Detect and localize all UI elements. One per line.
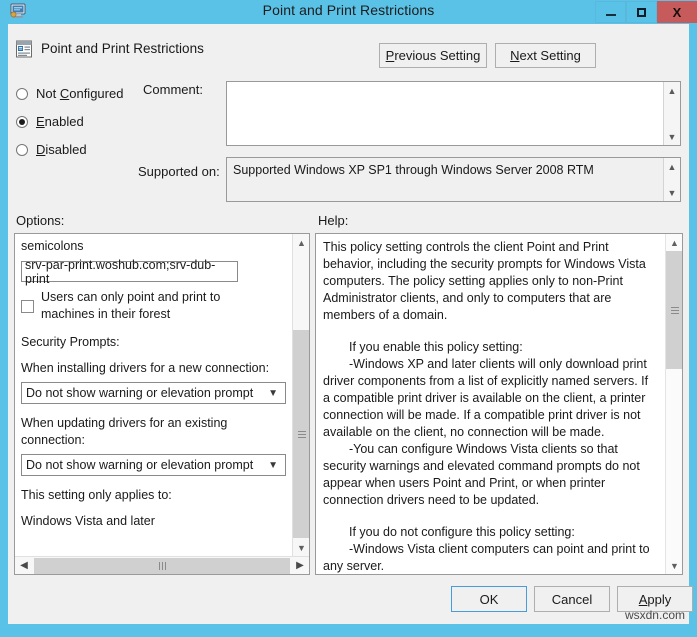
chevron-up-icon[interactable]: ▲ <box>664 158 680 175</box>
page-title: Point and Print Restrictions <box>41 41 204 56</box>
help-paragraph: -Windows XP and later clients will only … <box>323 356 657 441</box>
radio-not-configured[interactable]: Not Configured <box>16 86 123 101</box>
help-paragraph: If you do not configure this policy sett… <box>323 524 657 541</box>
title-bar: Point and Print Restrictions X <box>0 0 697 24</box>
scroll-up-icon[interactable]: ▲ <box>666 234 682 251</box>
help-panel: This policy setting controls the client … <box>315 233 683 575</box>
update-drivers-label: When updating drivers for an existing co… <box>21 416 228 447</box>
radio-indicator <box>16 143 28 156</box>
watermark: wsxdn.com <box>624 608 685 622</box>
applies-to-title: This setting only applies to: <box>21 488 172 502</box>
help-paragraph-text: -Windows XP and later clients will only … <box>323 357 649 439</box>
chevron-up-icon[interactable]: ▲ <box>664 82 680 99</box>
previous-setting-button[interactable]: Previous Setting <box>379 43 487 68</box>
scroll-right-icon[interactable]: ▶ <box>291 557 309 575</box>
window-controls: X <box>595 0 697 24</box>
ok-button[interactable]: OK <box>451 586 527 612</box>
update-drivers-value: Do not show warning or elevation prompt <box>26 458 254 472</box>
options-scrollbar-thumb[interactable] <box>293 330 309 538</box>
dialog-body: Point and Print Restrictions Previous Se… <box>8 24 693 624</box>
scrollbar-grip-icon <box>158 561 167 570</box>
radio-label-enabled: Enabled <box>36 114 84 129</box>
help-scrollbar-thumb[interactable] <box>666 251 682 369</box>
chevron-down-icon: ▼ <box>268 459 278 471</box>
close-button[interactable]: X <box>657 1 697 23</box>
help-paragraph: If you enable this policy setting: <box>323 339 657 356</box>
forest-checkbox-label: Users can only point and print to machin… <box>41 290 221 321</box>
options-horizontal-scrollbar[interactable]: ◀ ▶ <box>15 556 309 574</box>
next-setting-button[interactable]: Next Setting <box>495 43 596 68</box>
scroll-left-icon[interactable]: ◀ <box>15 557 33 575</box>
scrollbar-grip-icon <box>297 429 306 440</box>
options-panel: semicolons srv-par-print.woshub.com;srv-… <box>14 233 310 575</box>
comment-label: Comment: <box>143 82 203 97</box>
window-title: Point and Print Restrictions <box>262 2 435 18</box>
scrollbar-grip-icon <box>670 305 679 316</box>
update-drivers-dropdown[interactable]: Do not show warning or elevation prompt … <box>21 454 286 476</box>
options-hscrollbar-thumb[interactable] <box>34 557 290 574</box>
applies-to-value: Windows Vista and later <box>21 514 155 528</box>
options-vertical-scrollbar[interactable]: ▲ ▼ <box>292 234 309 556</box>
supported-on-label: Supported on: <box>138 164 220 179</box>
minimize-button[interactable] <box>595 1 626 23</box>
scroll-down-icon[interactable]: ▼ <box>666 557 682 574</box>
help-vertical-scrollbar[interactable]: ▲ ▼ <box>665 234 682 574</box>
dialog-window: Point and Print Restrictions X Point and… <box>0 0 697 637</box>
help-paragraph-text: -You can configure Windows Vista clients… <box>323 442 640 507</box>
help-paragraph-text: If you do not configure this policy sett… <box>349 525 575 539</box>
options-content: semicolons srv-par-print.woshub.com;srv-… <box>15 234 294 556</box>
help-paragraph: This policy setting controls the client … <box>323 240 646 322</box>
install-drivers-label: When installing drivers for a new connec… <box>21 361 270 375</box>
scroll-up-icon[interactable]: ▲ <box>293 234 309 251</box>
security-prompts-title: Security Prompts: <box>21 335 120 349</box>
radio-label-disabled: Disabled <box>36 142 87 157</box>
help-paragraph: -You can configure Windows Vista clients… <box>323 441 657 509</box>
supported-on-value: Supported Windows XP SP1 through Windows… <box>227 158 663 201</box>
scroll-down-icon[interactable]: ▼ <box>293 539 309 556</box>
radio-disabled[interactable]: Disabled <box>16 142 87 157</box>
comment-field[interactable]: ▲ ▼ <box>226 81 681 146</box>
help-paragraph-text: -Windows Vista client computers can poin… <box>323 542 650 573</box>
options-label: Options: <box>16 213 65 228</box>
policy-document-icon <box>15 40 34 59</box>
help-paragraph-text: If you enable this policy setting: <box>349 340 523 354</box>
help-label: Help: <box>318 213 349 228</box>
forest-checkbox-row[interactable]: Users can only point and print to machin… <box>21 289 288 323</box>
supported-on-scrollbar[interactable]: ▲ ▼ <box>663 158 680 201</box>
install-drivers-value: Do not show warning or elevation prompt <box>26 386 254 400</box>
comment-value[interactable] <box>227 82 663 145</box>
radio-label-not-configured: Not Configured <box>36 86 124 101</box>
comment-scrollbar[interactable]: ▲ ▼ <box>663 82 680 145</box>
radio-enabled[interactable]: Enabled <box>16 114 84 129</box>
server-list-input[interactable]: srv-par-print.woshub.com;srv-dub-print <box>21 258 238 286</box>
chevron-down-icon[interactable]: ▼ <box>664 128 680 145</box>
maximize-button[interactable] <box>626 1 657 23</box>
help-paragraph: -Windows Vista client computers can poin… <box>323 541 657 574</box>
chevron-down-icon[interactable]: ▼ <box>664 184 680 201</box>
install-drivers-dropdown[interactable]: Do not show warning or elevation prompt … <box>21 382 286 404</box>
chevron-down-icon: ▼ <box>268 387 278 399</box>
radio-indicator <box>16 87 28 100</box>
cancel-button[interactable]: Cancel <box>534 586 610 612</box>
options-top-text: semicolons <box>21 239 84 253</box>
forest-checkbox[interactable] <box>21 300 34 313</box>
radio-indicator <box>16 115 28 128</box>
supported-on-field: Supported Windows XP SP1 through Windows… <box>226 157 681 202</box>
help-content: This policy setting controls the client … <box>316 234 665 574</box>
